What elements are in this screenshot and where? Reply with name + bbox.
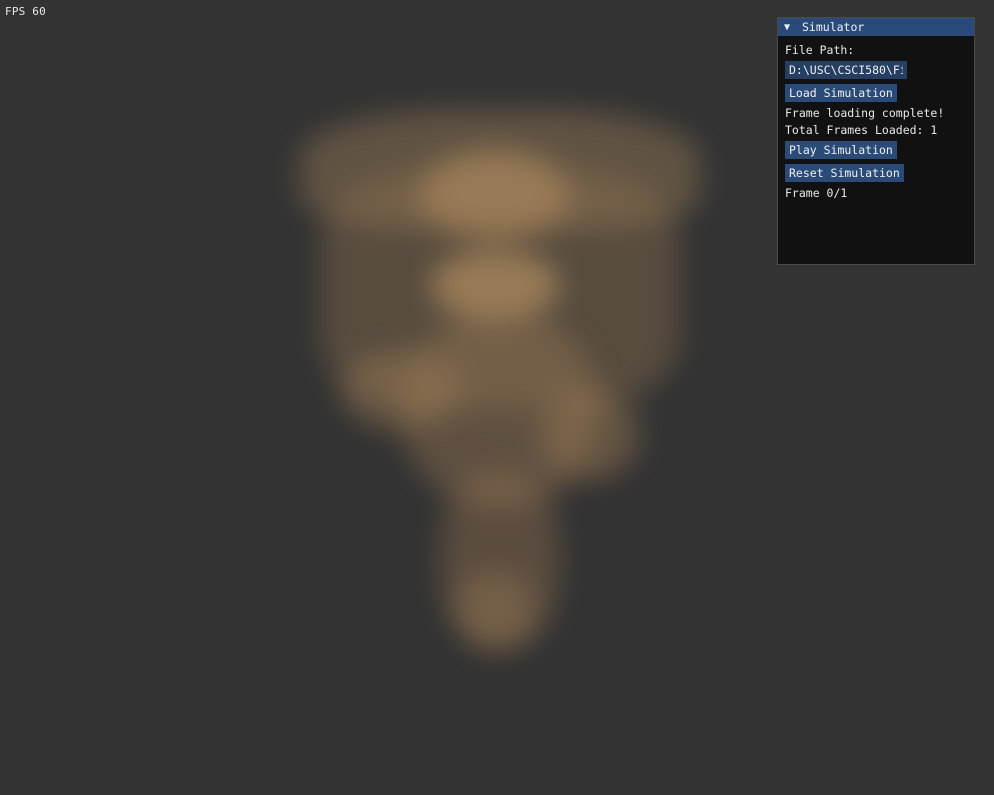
render-viewport[interactable]: FPS 60 ▼ Simulator File Path: Load Simul…: [0, 0, 994, 795]
panel-body: File Path: Load Simulation Frame loading…: [778, 36, 974, 208]
reset-simulation-button[interactable]: Reset Simulation: [785, 164, 904, 182]
panel-title: Simulator: [802, 20, 865, 34]
smoke-tail: [455, 570, 535, 650]
file-path-input[interactable]: [785, 61, 907, 79]
frames-loaded-text: Total Frames Loaded: 1: [785, 123, 938, 137]
load-simulation-button[interactable]: Load Simulation: [785, 84, 897, 102]
simulator-panel: ▼ Simulator File Path: Load Simulation F…: [777, 17, 975, 265]
play-simulation-button[interactable]: Play Simulation: [785, 141, 897, 159]
frame-counter: Frame 0/1: [785, 186, 848, 200]
file-path-label: File Path:: [785, 43, 855, 57]
fps-counter: FPS 60: [5, 5, 46, 18]
status-text: Frame loading complete!: [785, 106, 945, 120]
panel-title-bar[interactable]: ▼ Simulator: [778, 18, 974, 36]
collapse-triangle-icon[interactable]: ▼: [784, 22, 796, 33]
smoke-volume-render: [270, 90, 730, 680]
